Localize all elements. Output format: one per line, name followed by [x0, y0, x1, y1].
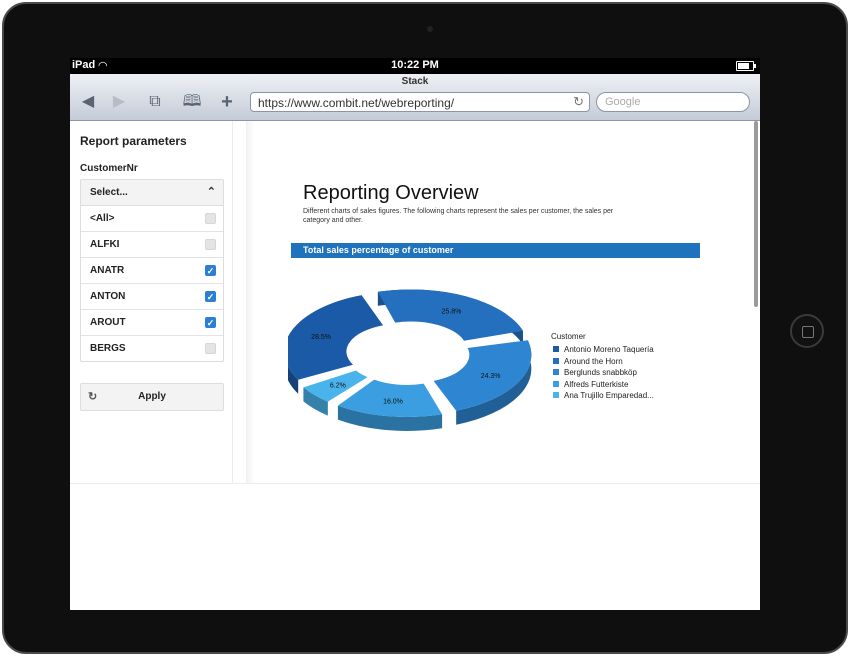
data-label: 24.3%	[481, 373, 501, 380]
customer-option-label: ALFKI	[90, 239, 120, 250]
checkbox-checked[interactable]: ✓	[205, 265, 216, 276]
home-button[interactable]	[790, 314, 824, 348]
url-field[interactable]: https://www.combit.net/webreporting/ ↻	[250, 92, 590, 112]
checkbox-unchecked[interactable]	[205, 343, 216, 354]
reload-icon[interactable]: ↻	[573, 94, 584, 110]
customer-option[interactable]: AROUT ✓	[81, 310, 223, 336]
customer-option[interactable]: BERGS	[81, 336, 223, 361]
legend-label: Around the Horn	[564, 356, 623, 366]
customer-option[interactable]: <All>	[81, 206, 223, 232]
legend-swatch	[553, 369, 559, 375]
customer-option-label: AROUT	[90, 317, 126, 328]
legend-label: Ana Trujillo Emparedad...	[564, 391, 654, 400]
legend-item: Alfreds Futterkiste	[553, 380, 628, 389]
front-camera	[427, 26, 433, 32]
status-bar: iPad ◠ 10:22 PM	[70, 58, 760, 74]
report-title: Reporting Overview	[303, 182, 479, 204]
legend-label: Antonio Moreno Taquería	[564, 345, 654, 354]
dropdown-header-label: Select...	[90, 187, 128, 198]
refresh-icon: ↻	[88, 391, 98, 403]
dropdown-header[interactable]: Select... ⌃	[81, 180, 223, 206]
report-description: Different charts of sales figures. The f…	[303, 208, 614, 224]
bookmarks-icon[interactable]: 🕮	[181, 92, 203, 112]
url-text: https://www.combit.net/webreporting/	[258, 96, 455, 110]
customer-nr-label: CustomerNr	[80, 163, 138, 174]
legend-swatch	[553, 346, 559, 352]
customer-option-label: ANTON	[90, 291, 126, 302]
add-icon[interactable]: +	[216, 92, 238, 112]
clock: 10:22 PM	[391, 59, 439, 71]
section-header: Total sales percentage of customer	[291, 243, 700, 258]
chevron-up-icon: ⌃	[206, 186, 216, 198]
forward-arrow-icon[interactable]: ▶	[108, 92, 130, 112]
data-label: 16.0%	[383, 398, 403, 405]
checkbox-unchecked[interactable]	[205, 239, 216, 250]
tabs-icon[interactable]: ⧉	[144, 92, 166, 112]
back-arrow-icon[interactable]: ◀	[77, 92, 99, 112]
donut-slice	[288, 295, 384, 380]
legend-item: Ana Trujillo Emparedad...	[553, 391, 654, 400]
legend-item: Berglunds snabbköp	[553, 368, 637, 377]
scrollbar[interactable]	[754, 121, 758, 307]
battery-level	[738, 63, 749, 69]
checkbox-unchecked[interactable]	[205, 213, 216, 224]
page-title: Stack	[401, 76, 429, 87]
legend-item: Antonio Moreno Taquería	[553, 345, 654, 354]
legend-swatch	[553, 392, 559, 398]
panel-title: Report parameters	[80, 134, 187, 148]
legend-label: Alfreds Futterkiste	[564, 379, 629, 389]
search-input[interactable]: Google	[596, 92, 750, 112]
home-button-icon	[802, 326, 814, 338]
apply-button-label: Apply	[138, 391, 166, 402]
screen: iPad ◠ 10:22 PM Stack ◀ ▶ ⧉ 🕮 + https://…	[70, 58, 760, 610]
customer-option-label: ANATR	[90, 265, 125, 276]
customer-option-label: BERGS	[90, 343, 126, 354]
checkbox-checked[interactable]: ✓	[205, 291, 216, 302]
customer-dropdown: Select... ⌃ <All> ALFKI ANATR ✓ ANTON ✓ AROUT ✓…	[80, 179, 224, 362]
data-label: 6.2%	[330, 383, 346, 390]
customer-option[interactable]: ANATR ✓	[81, 258, 223, 284]
data-label: 28.5%	[311, 334, 331, 341]
checkbox-checked[interactable]: ✓	[205, 317, 216, 328]
legend-item: Around the Horn	[553, 357, 623, 366]
legend-title: Customer	[551, 332, 586, 341]
customer-option[interactable]: ANTON ✓	[81, 284, 223, 310]
blank-area	[70, 483, 760, 610]
legend-swatch	[553, 380, 559, 387]
apply-button[interactable]: ↻ Apply	[80, 383, 224, 411]
legend-label: Berglunds snabbköp	[564, 368, 637, 377]
data-label: 25.8%	[442, 309, 462, 316]
browser-toolbar: Stack ◀ ▶ ⧉ 🕮 + https://www.combit.net/w…	[70, 74, 760, 121]
donut-chart: 28.5% 25.8% 24.3% 16.0% 6.2%	[288, 289, 532, 431]
customer-option[interactable]: ALFKI	[81, 232, 223, 258]
legend-swatch	[553, 357, 559, 364]
battery-icon	[736, 61, 756, 71]
customer-option-label: <All>	[90, 213, 115, 224]
